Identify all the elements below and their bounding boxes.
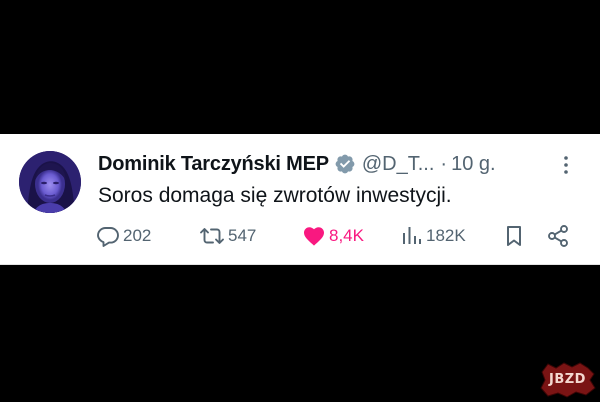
share-icon (546, 224, 570, 248)
screenshot-frame: Dominik Tarczyński MEP @D_T... · 10 g. S… (0, 0, 600, 402)
views-icon (401, 224, 423, 248)
tweet-card[interactable]: Dominik Tarczyński MEP @D_T... · 10 g. S… (0, 134, 600, 265)
verified-badge-icon (334, 153, 356, 175)
retweet-button[interactable]: 547 (199, 223, 256, 249)
watermark-text: JBZD (549, 372, 586, 387)
heart-icon (302, 224, 326, 248)
retweet-icon (199, 224, 225, 248)
reply-count: 202 (123, 226, 152, 245)
tweet-timestamp[interactable]: 10 g. (451, 153, 495, 176)
tweet-actions: 202 547 8,4K 182K (96, 223, 574, 249)
header-separator: · (440, 152, 448, 175)
bookmark-icon (504, 224, 524, 248)
reply-icon (96, 224, 120, 248)
author-name[interactable]: Dominik Tarczyński MEP (98, 153, 329, 176)
more-icon[interactable] (558, 153, 574, 177)
like-count: 8,4K (329, 226, 364, 245)
author-handle[interactable]: @D_T... (362, 153, 435, 176)
avatar-image (19, 151, 81, 213)
views-count: 182K (426, 226, 466, 245)
bookmark-button[interactable] (504, 223, 524, 249)
views-button[interactable]: 182K (401, 223, 466, 249)
retweet-count: 547 (228, 226, 257, 245)
avatar[interactable] (19, 151, 81, 213)
reply-button[interactable]: 202 (96, 223, 151, 249)
tweet-header: Dominik Tarczyński MEP @D_T... · 10 g. (98, 150, 496, 178)
tweet-text: Soros domaga się zwrotów inwestycji. (98, 184, 452, 207)
share-button[interactable] (546, 223, 570, 249)
like-button[interactable]: 8,4K (302, 223, 364, 249)
jbzd-watermark: JBZD (538, 362, 596, 398)
